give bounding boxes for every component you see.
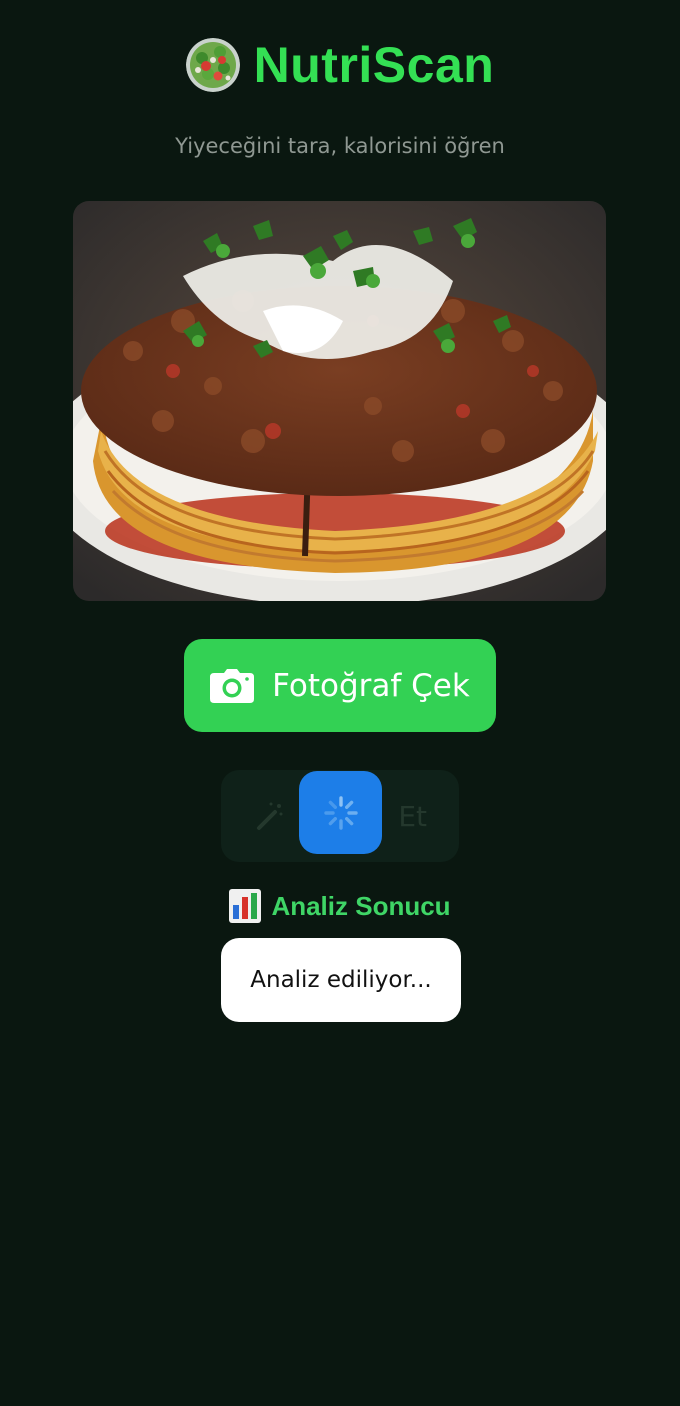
- salad-bowl-icon: [185, 38, 240, 92]
- result-header: Analiz Sonucu: [0, 889, 680, 923]
- take-photo-button[interactable]: Fotoğraf Çek: [184, 639, 496, 732]
- analyze-button-label: Et: [398, 799, 427, 833]
- food-photo: [73, 201, 606, 601]
- app-title: NutriScan: [253, 37, 495, 93]
- spinner-icon: [323, 795, 358, 830]
- take-photo-label: Fotoğraf Çek: [272, 667, 470, 704]
- bar-chart-icon: [229, 889, 262, 923]
- loading-indicator: [299, 771, 382, 854]
- result-title: Analiz Sonucu: [271, 890, 451, 921]
- app-subtitle: Yiyeceğini tara, kalorisini öğren: [175, 134, 505, 158]
- result-status-box: Analiz ediliyor...: [221, 938, 461, 1022]
- result-status-text: Analiz ediliyor...: [250, 967, 432, 993]
- app-header: NutriScan: [0, 30, 680, 100]
- magic-wand-icon: [257, 802, 283, 830]
- camera-icon: [210, 668, 255, 703]
